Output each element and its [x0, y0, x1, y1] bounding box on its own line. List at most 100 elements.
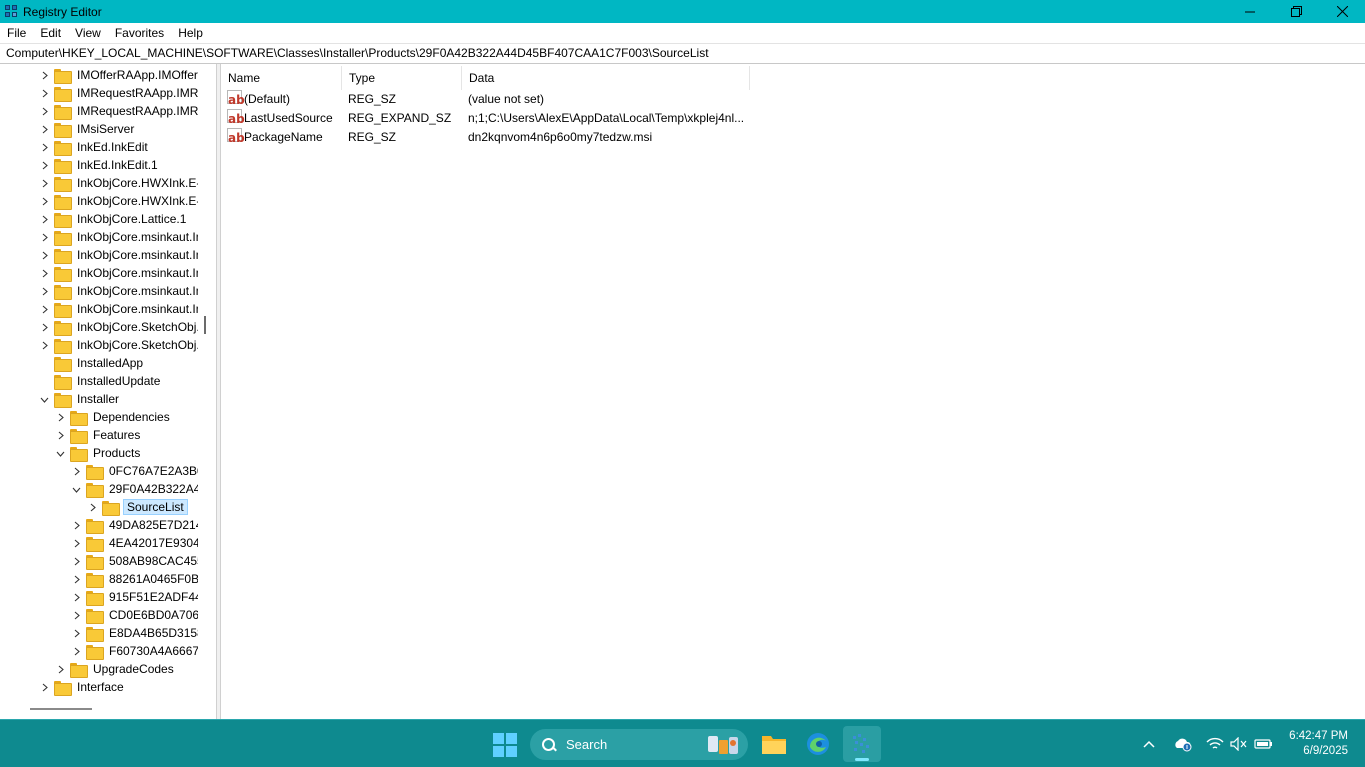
tree-vertical-scrollbar-thumb[interactable] [204, 316, 206, 334]
chevron-right-icon[interactable] [70, 516, 82, 534]
chevron-right-icon[interactable] [70, 624, 82, 642]
column-header-type[interactable]: Type [342, 66, 462, 90]
tray-overflow-chevron[interactable] [1142, 720, 1156, 767]
chevron-right-icon[interactable] [70, 642, 82, 660]
tree-node[interactable]: 88261A0465F0B5E [70, 570, 216, 588]
maximize-button[interactable] [1273, 0, 1319, 23]
tree-node-label[interactable]: IMOfferRAApp.IMOffer [75, 67, 200, 83]
tree-node-label[interactable]: InstalledUpdate [75, 373, 162, 389]
tree-node-label[interactable]: InkObjCore.Lattice.1 [75, 211, 188, 227]
tree-scrollbar-track[interactable] [198, 64, 216, 719]
volume-tray[interactable] [1230, 720, 1248, 767]
chevron-right-icon[interactable] [38, 336, 50, 354]
tree-node[interactable]: 0FC76A7E2A3B0E [70, 462, 214, 480]
tree-node[interactable]: IMsiServer [38, 120, 136, 138]
chevron-right-icon[interactable] [38, 174, 50, 192]
tree-node[interactable]: InkObjCore.SketchObj.S [38, 318, 210, 336]
chevron-down-icon[interactable] [38, 390, 50, 408]
tree-node[interactable]: F60730A4A66673( [70, 642, 212, 660]
tree-node[interactable]: IMOfferRAApp.IMOffer [38, 66, 200, 84]
chevron-right-icon[interactable] [70, 462, 82, 480]
chevron-right-icon[interactable] [54, 408, 66, 426]
chevron-right-icon[interactable] [38, 84, 50, 102]
tree-node-label[interactable]: Dependencies [91, 409, 172, 425]
tree-node[interactable]: Installer [38, 390, 121, 408]
chevron-right-icon[interactable] [38, 138, 50, 156]
tree-node-label[interactable]: SourceList [123, 499, 188, 515]
tree-node-label[interactable]: InkObjCore.SketchObj.S [75, 319, 210, 335]
chevron-right-icon[interactable] [70, 534, 82, 552]
tree-node-label[interactable]: Features [91, 427, 142, 443]
column-header-name[interactable]: Name [221, 66, 342, 90]
tree-node[interactable]: Dependencies [54, 408, 172, 426]
tree-node[interactable]: InkObjCore.msinkaut.In [38, 300, 204, 318]
tree-node-label[interactable]: InkObjCore.msinkaut.In [75, 265, 204, 281]
tree-node[interactable]: InkObjCore.SketchObj.S [38, 336, 210, 354]
tree-node[interactable]: InkObjCore.Lattice.1 [38, 210, 188, 228]
system-clock[interactable]: 6:42:47 PM 6/9/2025 [1289, 729, 1348, 759]
tree-node[interactable]: IMRequestRAApp.IMRe [38, 102, 207, 120]
tree-node[interactable]: SourceList [86, 498, 188, 516]
tree-node[interactable]: UpgradeCodes [54, 660, 176, 678]
chevron-right-icon[interactable] [38, 678, 50, 696]
menu-edit[interactable]: Edit [33, 23, 68, 43]
chevron-right-icon[interactable] [38, 102, 50, 120]
tree-node[interactable]: InstalledUpdate [38, 372, 162, 390]
menu-favorites[interactable]: Favorites [108, 23, 171, 43]
battery-tray[interactable] [1254, 720, 1274, 767]
chevron-right-icon[interactable] [38, 210, 50, 228]
tree-node-label[interactable]: InkObjCore.msinkaut.In [75, 247, 204, 263]
tree-node[interactable]: InkObjCore.msinkaut.In [38, 246, 204, 264]
chevron-down-icon[interactable] [54, 444, 66, 462]
taskbar-registry-editor[interactable] [843, 726, 881, 762]
tree-node[interactable]: InstalledApp [38, 354, 145, 372]
wifi-tray[interactable] [1206, 720, 1224, 767]
chevron-right-icon[interactable] [70, 552, 82, 570]
tree-node[interactable]: InkObjCore.HWXInk.E-I [38, 174, 206, 192]
tree-node[interactable]: 508AB98CAC455A [70, 552, 214, 570]
value-row[interactable]: ab LastUsedSource REG_EXPAND_SZ n;1;C:\User… [221, 109, 1221, 128]
tree-node-label[interactable]: CD0E6BD0A7061( [107, 607, 212, 623]
chevron-right-icon[interactable] [38, 156, 50, 174]
tree-node[interactable]: InkObjCore.msinkaut.In [38, 264, 204, 282]
tree-node-label[interactable]: Products [91, 445, 142, 461]
chevron-right-icon[interactable] [38, 246, 50, 264]
tree-node-label[interactable]: InkEd.InkEdit.1 [75, 157, 160, 173]
tree-node-label[interactable]: InkObjCore.msinkaut.In [75, 301, 204, 317]
tree-node[interactable]: InkObjCore.msinkaut.In [38, 228, 204, 246]
menu-view[interactable]: View [68, 23, 108, 43]
chevron-right-icon[interactable] [38, 318, 50, 336]
start-button[interactable] [493, 733, 517, 757]
tree-node-label[interactable]: F60730A4A66673( [107, 643, 212, 659]
chevron-right-icon[interactable] [54, 660, 66, 678]
value-row[interactable]: ab (Default) REG_SZ (value not set) [221, 90, 1221, 109]
registry-key-tree[interactable]: IMOfferRAApp.IMOffer IMRequestRAApp.IMRe I… [0, 64, 217, 719]
menu-file[interactable]: File [0, 23, 33, 43]
chevron-right-icon[interactable] [38, 300, 50, 318]
chevron-right-icon[interactable] [38, 264, 50, 282]
tree-node-label[interactable]: InkObjCore.HWXInk.E-I [75, 175, 206, 191]
chevron-right-icon[interactable] [38, 192, 50, 210]
chevron-right-icon[interactable] [38, 228, 50, 246]
chevron-right-icon[interactable] [70, 606, 82, 624]
tree-node[interactable]: 4EA42017E9304A( [70, 534, 214, 552]
chevron-right-icon[interactable] [70, 570, 82, 588]
chevron-right-icon[interactable] [70, 588, 82, 606]
taskbar-edge[interactable] [799, 726, 837, 762]
tree-node-label[interactable]: IMsiServer [75, 121, 136, 137]
tree-node-label[interactable]: 29F0A42B322A44I [107, 481, 212, 497]
tree-node-label[interactable]: InkObjCore.SketchObj.S [75, 337, 210, 353]
tree-node[interactable]: 29F0A42B322A44I [70, 480, 212, 498]
tree-node[interactable]: Products [54, 444, 142, 462]
tree-node[interactable]: Features [54, 426, 142, 444]
tree-node-label[interactable]: InkObjCore.msinkaut.In [75, 283, 204, 299]
tree-node-label[interactable]: InkEd.InkEdit [75, 139, 150, 155]
chevron-right-icon[interactable] [38, 282, 50, 300]
tree-node[interactable]: IMRequestRAApp.IMRe [38, 84, 207, 102]
tree-node-label[interactable]: Installer [75, 391, 121, 407]
tree-node[interactable]: CD0E6BD0A7061( [70, 606, 212, 624]
tree-node[interactable]: 915F51E2ADF443E [70, 588, 216, 606]
chevron-right-icon[interactable] [38, 66, 50, 84]
tree-node-label[interactable]: InstalledApp [75, 355, 145, 371]
taskbar-search[interactable]: Search [530, 729, 748, 760]
